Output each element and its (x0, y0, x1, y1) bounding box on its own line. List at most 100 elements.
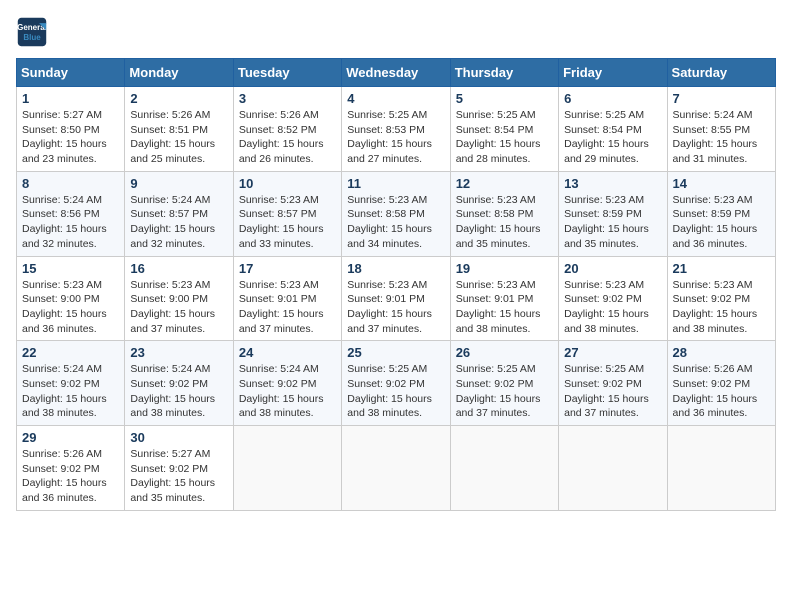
page-header: General Blue (16, 16, 776, 48)
svg-text:Blue: Blue (23, 33, 41, 42)
calendar-cell: 11 Sunrise: 5:23 AMSunset: 8:58 PMDaylig… (342, 171, 450, 256)
day-number: 25 (347, 345, 444, 360)
calendar-cell: 3 Sunrise: 5:26 AMSunset: 8:52 PMDayligh… (233, 87, 341, 172)
day-info: Sunrise: 5:25 AMSunset: 8:53 PMDaylight:… (347, 108, 444, 167)
calendar-cell (667, 426, 775, 511)
day-info: Sunrise: 5:25 AMSunset: 9:02 PMDaylight:… (456, 362, 553, 421)
day-number: 19 (456, 261, 553, 276)
day-info: Sunrise: 5:25 AMSunset: 8:54 PMDaylight:… (564, 108, 661, 167)
day-number: 27 (564, 345, 661, 360)
day-number: 26 (456, 345, 553, 360)
calendar-cell: 22 Sunrise: 5:24 AMSunset: 9:02 PMDaylig… (17, 341, 125, 426)
day-number: 18 (347, 261, 444, 276)
day-number: 6 (564, 91, 661, 106)
day-info: Sunrise: 5:23 AMSunset: 8:59 PMDaylight:… (564, 193, 661, 252)
day-number: 30 (130, 430, 227, 445)
day-number: 20 (564, 261, 661, 276)
day-info: Sunrise: 5:23 AMSunset: 9:00 PMDaylight:… (22, 278, 119, 337)
calendar-cell (233, 426, 341, 511)
calendar-cell: 2 Sunrise: 5:26 AMSunset: 8:51 PMDayligh… (125, 87, 233, 172)
calendar-cell: 21 Sunrise: 5:23 AMSunset: 9:02 PMDaylig… (667, 256, 775, 341)
calendar-cell (342, 426, 450, 511)
calendar-cell: 8 Sunrise: 5:24 AMSunset: 8:56 PMDayligh… (17, 171, 125, 256)
day-info: Sunrise: 5:24 AMSunset: 8:56 PMDaylight:… (22, 193, 119, 252)
logo: General Blue (16, 16, 48, 48)
calendar-cell: 9 Sunrise: 5:24 AMSunset: 8:57 PMDayligh… (125, 171, 233, 256)
day-info: Sunrise: 5:23 AMSunset: 9:00 PMDaylight:… (130, 278, 227, 337)
day-info: Sunrise: 5:26 AMSunset: 9:02 PMDaylight:… (673, 362, 770, 421)
calendar-cell: 4 Sunrise: 5:25 AMSunset: 8:53 PMDayligh… (342, 87, 450, 172)
calendar-cell: 28 Sunrise: 5:26 AMSunset: 9:02 PMDaylig… (667, 341, 775, 426)
calendar-cell: 26 Sunrise: 5:25 AMSunset: 9:02 PMDaylig… (450, 341, 558, 426)
calendar-cell: 10 Sunrise: 5:23 AMSunset: 8:57 PMDaylig… (233, 171, 341, 256)
day-info: Sunrise: 5:23 AMSunset: 9:02 PMDaylight:… (564, 278, 661, 337)
day-number: 16 (130, 261, 227, 276)
calendar-cell: 25 Sunrise: 5:25 AMSunset: 9:02 PMDaylig… (342, 341, 450, 426)
day-info: Sunrise: 5:27 AMSunset: 9:02 PMDaylight:… (130, 447, 227, 506)
day-info: Sunrise: 5:24 AMSunset: 9:02 PMDaylight:… (130, 362, 227, 421)
day-number: 23 (130, 345, 227, 360)
calendar-cell: 16 Sunrise: 5:23 AMSunset: 9:00 PMDaylig… (125, 256, 233, 341)
calendar-cell: 29 Sunrise: 5:26 AMSunset: 9:02 PMDaylig… (17, 426, 125, 511)
day-info: Sunrise: 5:23 AMSunset: 9:02 PMDaylight:… (673, 278, 770, 337)
day-number: 4 (347, 91, 444, 106)
calendar-cell: 15 Sunrise: 5:23 AMSunset: 9:00 PMDaylig… (17, 256, 125, 341)
day-number: 10 (239, 176, 336, 191)
calendar-week-5: 29 Sunrise: 5:26 AMSunset: 9:02 PMDaylig… (17, 426, 776, 511)
calendar-week-2: 8 Sunrise: 5:24 AMSunset: 8:56 PMDayligh… (17, 171, 776, 256)
day-number: 2 (130, 91, 227, 106)
day-number: 8 (22, 176, 119, 191)
day-number: 29 (22, 430, 119, 445)
day-info: Sunrise: 5:23 AMSunset: 8:57 PMDaylight:… (239, 193, 336, 252)
day-info: Sunrise: 5:24 AMSunset: 9:02 PMDaylight:… (239, 362, 336, 421)
calendar-cell: 17 Sunrise: 5:23 AMSunset: 9:01 PMDaylig… (233, 256, 341, 341)
day-number: 7 (673, 91, 770, 106)
calendar-week-3: 15 Sunrise: 5:23 AMSunset: 9:00 PMDaylig… (17, 256, 776, 341)
day-number: 21 (673, 261, 770, 276)
day-info: Sunrise: 5:26 AMSunset: 8:52 PMDaylight:… (239, 108, 336, 167)
day-info: Sunrise: 5:27 AMSunset: 8:50 PMDaylight:… (22, 108, 119, 167)
calendar-cell: 30 Sunrise: 5:27 AMSunset: 9:02 PMDaylig… (125, 426, 233, 511)
day-number: 14 (673, 176, 770, 191)
day-info: Sunrise: 5:24 AMSunset: 9:02 PMDaylight:… (22, 362, 119, 421)
day-info: Sunrise: 5:23 AMSunset: 9:01 PMDaylight:… (347, 278, 444, 337)
weekday-header-saturday: Saturday (667, 59, 775, 87)
weekday-header-friday: Friday (559, 59, 667, 87)
day-number: 24 (239, 345, 336, 360)
weekday-header-sunday: Sunday (17, 59, 125, 87)
calendar-cell: 12 Sunrise: 5:23 AMSunset: 8:58 PMDaylig… (450, 171, 558, 256)
day-info: Sunrise: 5:25 AMSunset: 9:02 PMDaylight:… (347, 362, 444, 421)
calendar-week-4: 22 Sunrise: 5:24 AMSunset: 9:02 PMDaylig… (17, 341, 776, 426)
calendar-cell (559, 426, 667, 511)
calendar-table: SundayMondayTuesdayWednesdayThursdayFrid… (16, 58, 776, 511)
weekday-header-thursday: Thursday (450, 59, 558, 87)
calendar-cell: 6 Sunrise: 5:25 AMSunset: 8:54 PMDayligh… (559, 87, 667, 172)
calendar-cell: 7 Sunrise: 5:24 AMSunset: 8:55 PMDayligh… (667, 87, 775, 172)
day-number: 28 (673, 345, 770, 360)
day-info: Sunrise: 5:23 AMSunset: 8:58 PMDaylight:… (456, 193, 553, 252)
weekday-header-row: SundayMondayTuesdayWednesdayThursdayFrid… (17, 59, 776, 87)
day-number: 15 (22, 261, 119, 276)
day-info: Sunrise: 5:24 AMSunset: 8:57 PMDaylight:… (130, 193, 227, 252)
day-info: Sunrise: 5:24 AMSunset: 8:55 PMDaylight:… (673, 108, 770, 167)
day-info: Sunrise: 5:23 AMSunset: 9:01 PMDaylight:… (456, 278, 553, 337)
calendar-cell: 14 Sunrise: 5:23 AMSunset: 8:59 PMDaylig… (667, 171, 775, 256)
calendar-cell: 1 Sunrise: 5:27 AMSunset: 8:50 PMDayligh… (17, 87, 125, 172)
calendar-cell: 23 Sunrise: 5:24 AMSunset: 9:02 PMDaylig… (125, 341, 233, 426)
day-number: 22 (22, 345, 119, 360)
day-info: Sunrise: 5:25 AMSunset: 9:02 PMDaylight:… (564, 362, 661, 421)
day-number: 13 (564, 176, 661, 191)
calendar-week-1: 1 Sunrise: 5:27 AMSunset: 8:50 PMDayligh… (17, 87, 776, 172)
calendar-body: 1 Sunrise: 5:27 AMSunset: 8:50 PMDayligh… (17, 87, 776, 511)
day-number: 1 (22, 91, 119, 106)
calendar-cell: 27 Sunrise: 5:25 AMSunset: 9:02 PMDaylig… (559, 341, 667, 426)
weekday-header-tuesday: Tuesday (233, 59, 341, 87)
day-info: Sunrise: 5:23 AMSunset: 8:58 PMDaylight:… (347, 193, 444, 252)
day-number: 11 (347, 176, 444, 191)
day-number: 5 (456, 91, 553, 106)
weekday-header-wednesday: Wednesday (342, 59, 450, 87)
calendar-cell: 18 Sunrise: 5:23 AMSunset: 9:01 PMDaylig… (342, 256, 450, 341)
day-number: 3 (239, 91, 336, 106)
calendar-cell: 5 Sunrise: 5:25 AMSunset: 8:54 PMDayligh… (450, 87, 558, 172)
day-number: 17 (239, 261, 336, 276)
